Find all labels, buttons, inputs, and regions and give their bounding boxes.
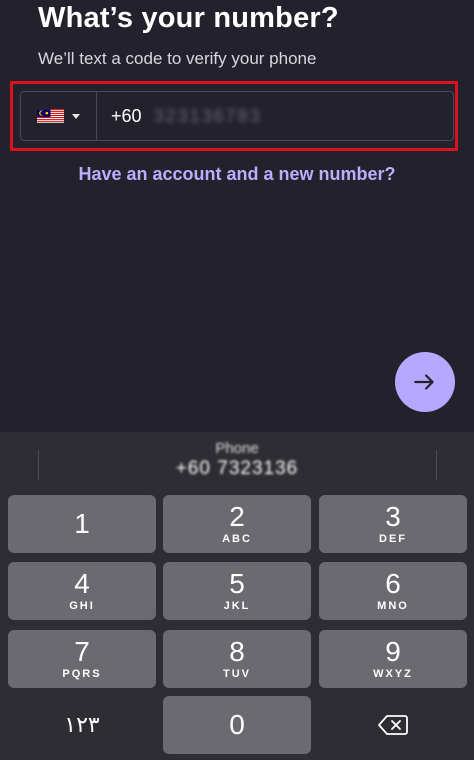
key-4[interactable]: 4 GHI xyxy=(8,562,156,620)
page-title: What’s your number? xyxy=(38,2,339,34)
existing-account-link[interactable]: Have an account and a new number? xyxy=(0,164,474,185)
key-6[interactable]: 6 MNO xyxy=(319,562,467,620)
key-7[interactable]: 7 PQRS xyxy=(8,630,156,688)
suggestion-value: +60 7323136 xyxy=(175,458,299,479)
phone-input-row: +60 323136783 xyxy=(20,91,454,141)
next-button[interactable] xyxy=(395,352,455,412)
phone-number-field[interactable]: +60 323136783 xyxy=(97,92,262,140)
numeral-switch-key[interactable]: ۱۲۳ xyxy=(8,696,156,754)
key-5[interactable]: 5 JKL xyxy=(163,562,311,620)
key-3[interactable]: 3 DEF xyxy=(319,495,467,553)
country-code: +60 xyxy=(111,105,142,126)
key-2[interactable]: 2 ABC xyxy=(163,495,311,553)
malaysia-flag-icon xyxy=(37,109,64,123)
autofill-suggestion[interactable]: Phone +60 7323136 xyxy=(0,440,474,481)
suggestion-label: Phone xyxy=(215,440,259,457)
backspace-icon xyxy=(378,715,408,735)
key-8[interactable]: 8 TUV xyxy=(163,630,311,688)
arrow-right-icon xyxy=(414,374,434,390)
chevron-down-icon xyxy=(72,113,80,119)
key-1[interactable]: 1 xyxy=(8,495,156,553)
phone-number-value: 323136783 xyxy=(153,105,262,126)
country-selector[interactable] xyxy=(21,92,97,140)
numeric-keyboard: Phone +60 7323136 1 2 ABC 3 DEF 4 GHI 5 … xyxy=(0,432,474,760)
page-subtitle: We’ll text a code to verify your phone xyxy=(38,49,317,68)
key-0[interactable]: 0 xyxy=(163,696,311,754)
key-9[interactable]: 9 WXYZ xyxy=(319,630,467,688)
delete-key[interactable] xyxy=(319,696,467,754)
